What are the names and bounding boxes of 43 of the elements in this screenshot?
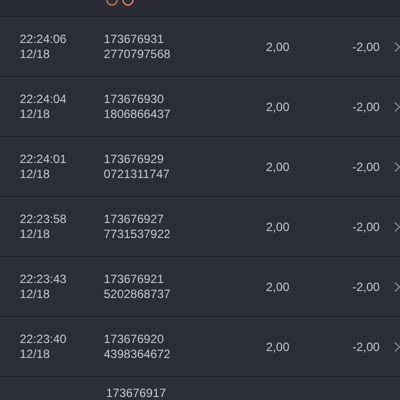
time-text: 22:24:04 [20,92,68,106]
date-text: 12/18 [20,226,51,242]
bet-amount: 2,00 [265,220,290,234]
win-amount: -2,00 [351,40,380,54]
time-text: 22:23:40 [20,332,68,346]
round-id: 173676921 [104,272,165,286]
round-id: 173676930 [104,92,165,106]
bet-amount: 2,00 [265,40,290,54]
time-text: 22:23:43 [20,272,68,286]
time-text: 22:24:06 [20,32,68,46]
chevron-right-icon[interactable] [394,340,400,352]
bet-amount: 2,00 [265,160,290,174]
bet-id: 2770797568 [104,46,172,62]
win-amount: -2,00 [351,280,380,294]
date-text: 12/18 [20,106,51,122]
round-id: 173676920 [104,332,165,346]
bet-amount: 2,00 [265,340,290,354]
bet-id: 7731537922 [104,226,172,242]
round-id: 173676927 [104,212,165,226]
round-id: 173676917 [106,386,166,400]
round-id: 173676929 [104,152,165,166]
chevron-right-icon[interactable] [394,160,400,172]
bet-id: 0721311747 [104,166,171,182]
date-text: 12/18 [20,346,51,362]
win-amount: -2,00 [351,220,380,234]
bet-id: 1806866437 [104,106,172,122]
round-id: 173676931 [104,32,165,46]
time-text: 22:23:58 [20,212,68,226]
bet-id: 4398364672 [104,346,172,362]
time-text: 22:24:01 [20,152,68,166]
win-amount: -2,00 [351,160,380,174]
bet-amount: 2,00 [265,280,290,294]
win-amount: -2,00 [351,100,380,114]
chevron-right-icon[interactable] [394,280,400,292]
win-amount: -2,00 [351,340,380,354]
date-text: 12/18 [20,286,51,302]
bet-id: 5202868737 [104,286,172,302]
date-text: 12/18 [20,166,51,182]
chevron-right-icon[interactable] [394,100,400,112]
date-text: 12/18 [20,46,51,62]
bet-amount: 2,00 [265,100,290,114]
chevron-right-icon[interactable] [394,220,400,232]
chevron-right-icon[interactable] [394,40,400,52]
